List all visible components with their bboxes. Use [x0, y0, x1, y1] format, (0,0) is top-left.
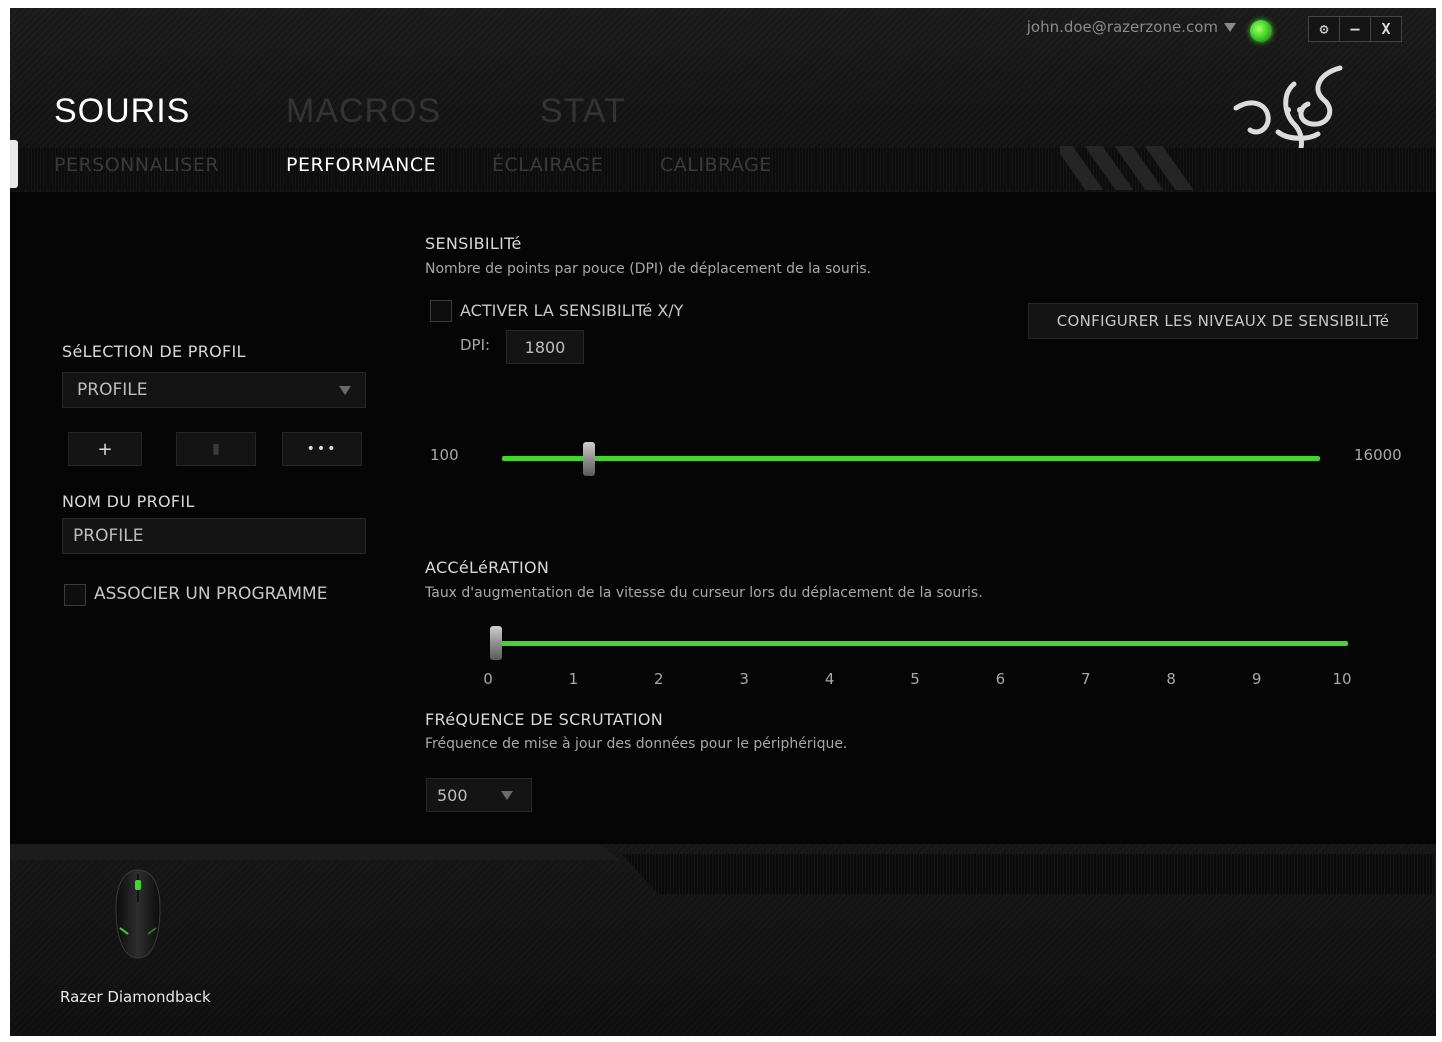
polling-rate-description: Fréquence de mise à jour des données pou…	[425, 736, 848, 752]
chevron-down-icon	[339, 386, 351, 395]
close-button[interactable]: X	[1370, 17, 1401, 41]
acceleration-tick-label: 3	[739, 670, 749, 688]
acceleration-tick-label: 10	[1332, 670, 1352, 688]
polling-rate-select[interactable]: 500	[426, 778, 532, 812]
acceleration-tick-label: 6	[995, 670, 1006, 688]
profile-name-label: NOM DU PROFIL	[62, 492, 195, 511]
tab-souris[interactable]: SOURIS	[54, 92, 190, 131]
mouse-device-icon[interactable]	[110, 868, 166, 960]
sensitivity-max-label: 16000	[1354, 446, 1402, 464]
acceleration-tick-label: 2	[654, 670, 664, 688]
more-options-button[interactable]: •••	[282, 432, 362, 466]
sensitivity-slider-thumb[interactable]	[583, 442, 596, 476]
subnav-indicator	[10, 140, 18, 188]
acceleration-tick-label: 5	[910, 670, 920, 688]
delete-profile-button[interactable]: ▮	[176, 432, 256, 466]
gear-icon: ⚙	[1319, 20, 1329, 38]
chevron-down-icon	[1224, 23, 1236, 32]
associate-program-label: ASSOCIER UN PROGRAMME	[94, 584, 328, 604]
more-icon: •••	[306, 441, 338, 457]
dpi-value: 1800	[524, 337, 566, 357]
acceleration-tick-label: 1	[568, 670, 579, 688]
sensitivity-min-label: 100	[430, 446, 459, 464]
acceleration-title: ACCéLéRATION	[425, 558, 550, 577]
subtab-calibrage[interactable]: CALIBRAGE	[660, 154, 772, 176]
subtab-eclairage[interactable]: ÉCLAIRAGE	[492, 154, 603, 176]
acceleration-tick-label: 4	[824, 670, 835, 688]
associate-program-checkbox[interactable]	[64, 584, 86, 606]
subtab-personnaliser[interactable]: PERSONNALISER	[54, 154, 219, 176]
tab-macros[interactable]: MACROS	[286, 92, 441, 131]
decorative-stripes	[1060, 146, 1210, 190]
dpi-input[interactable]: 1800	[506, 330, 584, 364]
acceleration-tick-label: 7	[1081, 670, 1091, 688]
acceleration-slider-track[interactable]	[492, 641, 1348, 646]
profile-select-value: PROFILE	[77, 380, 148, 400]
dpi-label: DPI:	[460, 336, 491, 354]
profile-name-value: PROFILE	[73, 526, 144, 546]
tab-stat[interactable]: STAT	[540, 92, 626, 131]
sensitivity-slider-track[interactable]	[502, 456, 1320, 461]
xy-sensitivity-label: ACTIVER LA SENSIBILITé X/Y	[460, 301, 684, 320]
settings-button[interactable]: ⚙	[1309, 17, 1339, 41]
acceleration-tick-label: 8	[1166, 670, 1176, 688]
window-controls: ⚙ – X	[1308, 16, 1402, 42]
polling-rate-value: 500	[437, 785, 468, 805]
profile-selection-label: SéLECTION DE PROFIL	[62, 342, 246, 361]
acceleration-description: Taux d'augmentation de la vitesse du cur…	[425, 585, 983, 601]
online-status-icon	[1250, 20, 1272, 42]
profile-name-input[interactable]: PROFILE	[62, 518, 366, 554]
subtab-performance[interactable]: PERFORMANCE	[286, 154, 436, 176]
footer-strip	[622, 854, 1434, 894]
profile-select[interactable]: PROFILE	[62, 372, 366, 408]
plus-icon: +	[97, 438, 113, 460]
minimize-button[interactable]: –	[1339, 17, 1370, 41]
acceleration-slider-thumb[interactable]	[490, 626, 502, 660]
polling-rate-title: FRéQUENCE DE SCRUTATION	[425, 710, 664, 729]
xy-sensitivity-checkbox[interactable]	[430, 300, 452, 322]
app-window: john.doe@razerzone.com ⚙ – X SOURIS MACR…	[10, 8, 1436, 1036]
footer-tab-edge	[10, 844, 620, 860]
device-name: Razer Diamondback	[60, 988, 211, 1006]
account-email: john.doe@razerzone.com	[1026, 18, 1218, 36]
close-icon: X	[1381, 20, 1391, 38]
acceleration-tick-label: 9	[1251, 670, 1262, 688]
minimize-icon: –	[1350, 20, 1360, 38]
account-menu[interactable]: john.doe@razerzone.com	[1027, 18, 1236, 36]
configure-sensitivity-button[interactable]: CONFIGURER LES NIVEAUX DE SENSIBILITé	[1028, 303, 1418, 339]
add-profile-button[interactable]: +	[68, 432, 142, 466]
trash-icon: ▮	[212, 441, 220, 457]
sensitivity-description: Nombre de points par pouce (DPI) de dépl…	[425, 261, 872, 277]
sensitivity-title: SENSIBILITé	[425, 234, 522, 253]
acceleration-tick-label: 0	[483, 670, 493, 688]
chevron-down-icon	[501, 791, 513, 800]
